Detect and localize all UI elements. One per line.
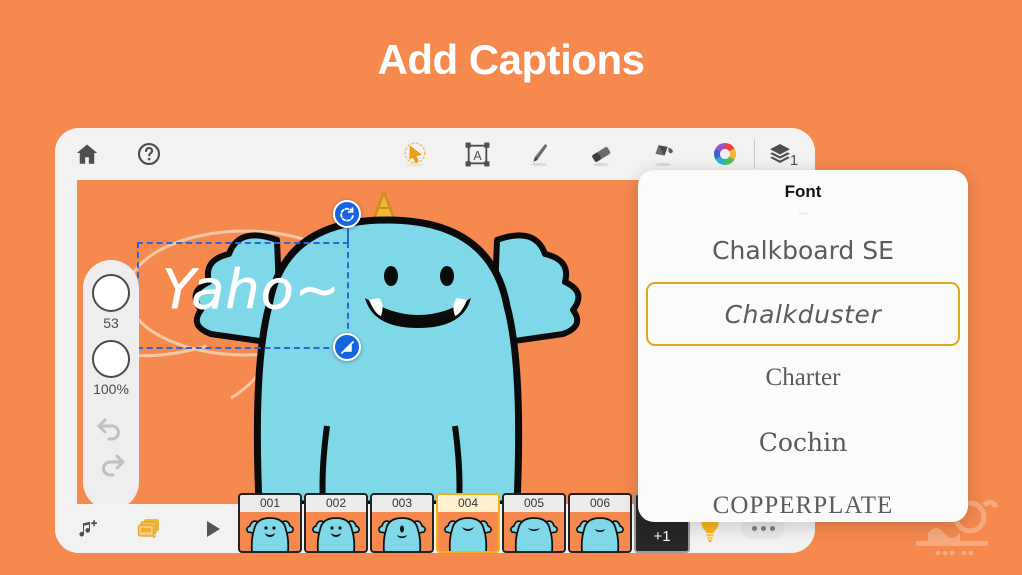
app-screenshot: Add Captions A 1 53 100% Yaho~ 001 002 0… bbox=[0, 0, 1022, 575]
toolbar-divider bbox=[754, 139, 755, 169]
music-note-plus-icon[interactable] bbox=[65, 517, 109, 541]
frame-preview bbox=[570, 512, 630, 551]
tool-rail: 53 100% bbox=[83, 260, 139, 504]
brush-size-value: 53 bbox=[103, 315, 119, 331]
opacity-swatch[interactable] bbox=[92, 340, 130, 378]
frame-preview bbox=[372, 512, 432, 551]
frame-thumbnail[interactable]: 006 bbox=[568, 493, 632, 553]
dot bbox=[751, 525, 757, 531]
frame-number: 002 bbox=[306, 495, 366, 512]
pen-icon[interactable] bbox=[516, 131, 562, 177]
dot bbox=[760, 525, 766, 531]
caption-text[interactable]: Yaho~ bbox=[162, 258, 341, 321]
frame-number: 001 bbox=[240, 495, 300, 512]
text-box-icon[interactable]: A bbox=[454, 131, 500, 177]
font-picker-panel: Font — Chalkboard SE Chalkduster Charter… bbox=[638, 170, 968, 522]
frame-thumbnail[interactable]: 001 bbox=[238, 493, 302, 553]
frame-number: 003 bbox=[372, 495, 432, 512]
question-mark-icon[interactable] bbox=[126, 131, 172, 177]
font-option-chalkduster[interactable]: Chalkduster bbox=[646, 282, 960, 346]
frame-preview bbox=[504, 512, 564, 551]
svg-text:A: A bbox=[473, 149, 482, 163]
frame-preview bbox=[240, 512, 300, 551]
font-option-chalkboard-se[interactable]: Chalkboard SE bbox=[646, 218, 960, 282]
font-option-copperplate[interactable]: COPPERPLATE bbox=[646, 474, 960, 522]
brush-size-swatch[interactable] bbox=[92, 274, 130, 312]
play-triangle-icon[interactable] bbox=[191, 518, 235, 540]
home-icon[interactable] bbox=[64, 131, 110, 177]
dot bbox=[769, 525, 775, 531]
resize-handle-icon[interactable] bbox=[333, 333, 361, 361]
font-panel-title: Font bbox=[784, 182, 822, 201]
frame-number: 006 bbox=[570, 495, 630, 512]
font-option-charter[interactable]: Charter bbox=[646, 346, 960, 410]
font-panel-scroll-hint: — bbox=[798, 208, 808, 218]
redo-arrow-icon[interactable] bbox=[96, 452, 126, 478]
frame-preview bbox=[438, 512, 498, 551]
undo-arrow-icon[interactable] bbox=[96, 416, 126, 442]
layers-count: 1 bbox=[789, 151, 799, 169]
eraser-icon[interactable] bbox=[578, 131, 624, 177]
font-option-cochin[interactable]: Cochin bbox=[646, 410, 960, 474]
frame-thumbnail-selected[interactable]: 004 bbox=[436, 493, 500, 553]
frame-thumbnail[interactable]: 003 bbox=[370, 493, 434, 553]
page-title: Add Captions bbox=[377, 36, 645, 83]
frame-preview bbox=[306, 512, 366, 551]
frame-filmstrip: 001 002 003 004 005 006 +1 bbox=[238, 478, 690, 553]
magic-select-cursor-icon[interactable] bbox=[392, 131, 438, 177]
frame-thumbnail[interactable]: 002 bbox=[304, 493, 368, 553]
rotate-handle-icon[interactable] bbox=[333, 200, 361, 248]
frame-number: 005 bbox=[504, 495, 564, 512]
frames-stack-icon[interactable] bbox=[127, 516, 171, 542]
frame-number: 004 bbox=[438, 495, 498, 512]
frame-thumbnail[interactable]: 005 bbox=[502, 493, 566, 553]
opacity-value: 100% bbox=[93, 381, 129, 397]
